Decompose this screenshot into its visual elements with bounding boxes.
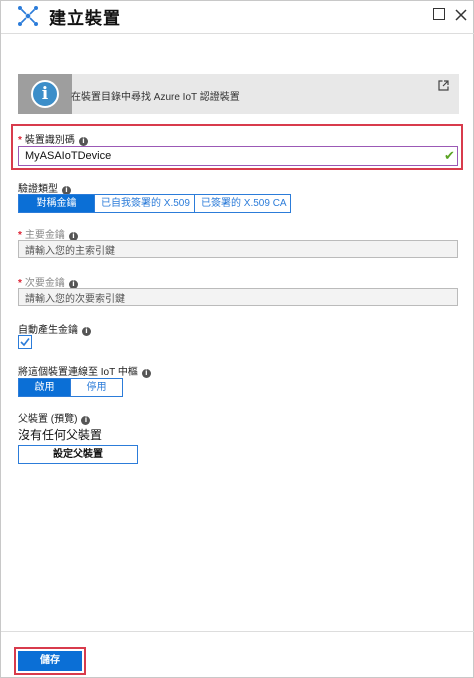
help-icon[interactable]: i bbox=[141, 369, 151, 378]
help-icon[interactable]: i bbox=[81, 416, 91, 425]
secondary-key-label: * 次要金鑰 i bbox=[18, 274, 78, 289]
page-title: 建立裝置 bbox=[49, 9, 121, 28]
set-parent-device-button[interactable]: 設定父裝置 bbox=[18, 445, 138, 464]
close-icon[interactable] bbox=[453, 7, 469, 23]
required-mark: * bbox=[18, 135, 22, 146]
help-icon[interactable]: i bbox=[78, 137, 88, 146]
maximize-button[interactable] bbox=[433, 8, 445, 20]
secondary-key-field[interactable] bbox=[18, 288, 458, 308]
panel-header: 建立裝置 bbox=[1, 1, 474, 31]
header-divider bbox=[1, 33, 474, 34]
primary-key-label: * 主要金鑰 i bbox=[18, 226, 78, 241]
toggle-disable[interactable]: 停用 bbox=[71, 378, 123, 397]
parent-device-label: 父裝置 (預覽) i bbox=[18, 410, 91, 425]
save-button[interactable]: 儲存 bbox=[18, 651, 82, 671]
connect-hub-label: 將這個裝置連線至 IoT 中樞 i bbox=[18, 363, 151, 378]
device-id-field[interactable]: MyASAIoTDevice ✔ bbox=[18, 146, 458, 166]
help-icon[interactable]: i bbox=[82, 327, 91, 336]
secondary-key-input[interactable] bbox=[19, 291, 457, 308]
auto-generate-keys-label: 自動產生金鑰 i bbox=[18, 321, 91, 336]
toggle-enable[interactable]: 啟用 bbox=[18, 378, 71, 397]
checkmark-icon: ✔ bbox=[444, 148, 455, 163]
info-icon: i bbox=[31, 80, 59, 108]
auth-type-label: 驗證類型 i bbox=[18, 180, 71, 195]
device-id-label: * 裝置識別碼 i bbox=[18, 131, 88, 146]
device-id-value: MyASAIoTDevice bbox=[25, 150, 112, 162]
info-banner-text: 在裝置目錄中尋找 Azure IoT 認證裝置 bbox=[71, 92, 240, 103]
auth-type-selector: 對稱金鑰 已自我簽署的 X.509 已簽署的 X.509 CA bbox=[18, 194, 291, 213]
create-device-panel: 建立裝置 i 在裝置目錄中尋找 Azure IoT 認證裝置 * 裝置識別碼 i M… bbox=[0, 0, 474, 678]
external-link-icon[interactable] bbox=[438, 80, 449, 91]
primary-key-field[interactable] bbox=[18, 240, 458, 260]
checkmark-icon bbox=[20, 338, 30, 347]
primary-key-input[interactable] bbox=[19, 243, 457, 260]
auth-option-symmetric-key[interactable]: 對稱金鑰 bbox=[18, 194, 95, 213]
auto-generate-keys-checkbox[interactable] bbox=[18, 335, 32, 349]
auth-option-ca-signed[interactable]: 已簽署的 X.509 CA bbox=[195, 194, 291, 213]
info-banner[interactable]: i 在裝置目錄中尋找 Azure IoT 認證裝置 bbox=[18, 74, 459, 114]
parent-device-value: 沒有任何父裝置 bbox=[18, 428, 103, 442]
device-network-icon bbox=[18, 6, 38, 26]
info-icon-box: i bbox=[18, 74, 72, 114]
auth-option-self-signed[interactable]: 已自我簽署的 X.509 bbox=[95, 194, 195, 213]
connect-hub-toggle: 啟用 停用 bbox=[18, 378, 123, 397]
footer-divider bbox=[1, 631, 474, 632]
